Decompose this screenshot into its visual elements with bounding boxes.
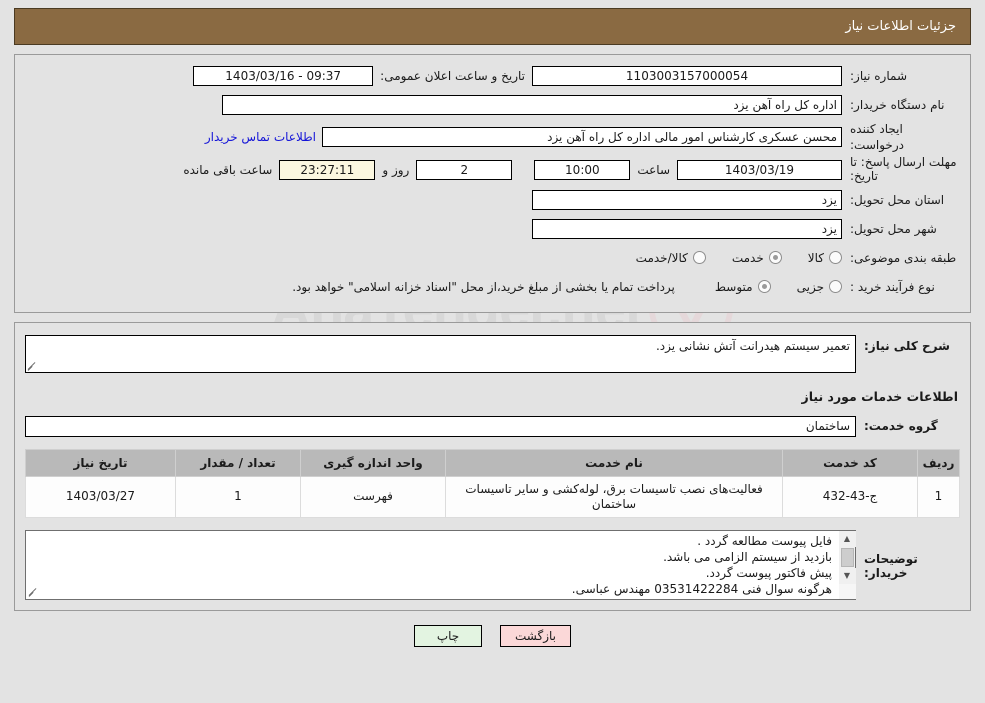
cell-date: 1403/03/27 <box>25 475 176 518</box>
radio-icon-service[interactable] <box>768 251 782 265</box>
deadline-date-value: 1403/03/19 <box>677 160 842 181</box>
scrollbar-track[interactable] <box>838 583 856 599</box>
service-group-label: گروه خدمت: <box>864 419 938 434</box>
print-button[interactable]: چاپ <box>414 624 482 647</box>
category-option-service[interactable]: خدمت <box>732 251 782 265</box>
buyer-org-value: اداره کل راه آهن یزد <box>222 95 842 115</box>
table-header-qty: تعداد / مقدار <box>175 448 301 477</box>
cell-name: فعالیت‌های نصب تاسیسات برق، لوله‌کشی و س… <box>445 475 783 518</box>
note-line: هرگونه سوال فنی 03531422284 مهندس عباسی. <box>571 581 832 596</box>
need-details-panel: شرح کلی نیاز: تعمیر سیستم هیدرانت آتش نش… <box>14 321 971 611</box>
process-radio-group: جزیی متوسط <box>689 280 842 294</box>
row-service-group: گروه خدمت: ساختمان <box>25 415 960 437</box>
row-description: شرح کلی نیاز: تعمیر سیستم هیدرانت آتش نش… <box>25 334 960 373</box>
hour-label: ساعت <box>637 163 670 178</box>
scrollbar-thumb[interactable] <box>840 547 854 567</box>
description-label: شرح کلی نیاز: <box>864 338 950 353</box>
note-line: پیش فاکتور پیوست گردد. <box>705 565 832 580</box>
row-buyer-notes: توضیحات خریدار: فایل پیوست مطالعه گردد .… <box>25 529 960 600</box>
note-line: فایل پیوست مطالعه گردد . <box>697 533 832 548</box>
footer-actions: بازگشت چاپ <box>0 624 985 647</box>
table-header-name: نام خدمت <box>445 448 783 477</box>
process-option-minor[interactable]: جزیی <box>797 280 842 294</box>
need-info-panel: شماره نیاز: 1103003157000054 تاریخ و ساع… <box>14 54 971 313</box>
radio-icon-goods-service[interactable] <box>692 251 706 265</box>
buyer-org-label: نام دستگاه خریدار: <box>850 97 945 112</box>
scroll-up-icon[interactable]: ▲ <box>838 530 856 547</box>
city-value: یزد <box>532 218 842 239</box>
need-number-value: 1103003157000054 <box>532 66 842 86</box>
resize-handle-icon[interactable] <box>28 361 38 371</box>
category-label: طبقه بندی موضوعی: <box>850 250 957 265</box>
process-option-medium[interactable]: متوسط <box>715 280 771 294</box>
cell-index: 1 <box>917 475 960 518</box>
category-option-goods[interactable]: کالا <box>808 251 842 265</box>
buyer-contact-link[interactable]: اطلاعات تماس خریدار <box>199 130 322 144</box>
page-header: جزئیات اطلاعات نیاز <box>14 8 971 45</box>
cell-qty: 1 <box>175 475 301 518</box>
cell-unit: فهرست <box>300 475 446 518</box>
services-table: ردیف کد خدمت نام خدمت واحد اندازه گیری ت… <box>25 448 960 518</box>
countdown-value: 23:27:11 <box>279 160 376 181</box>
table-header-row: ردیف کد خدمت نام خدمت واحد اندازه گیری ت… <box>25 448 960 477</box>
page-title: جزئیات اطلاعات نیاز <box>845 19 956 34</box>
announce-label: تاریخ و ساعت اعلان عمومی: <box>380 69 525 83</box>
note-line: بازدید از سیستم الزامی می باشد. <box>663 549 832 564</box>
row-city: شهر محل تحویل: یزد <box>25 216 960 242</box>
description-value: تعمیر سیستم هیدرانت آتش نشانی یزد. <box>655 338 850 353</box>
table-header-index: ردیف <box>917 448 960 477</box>
buyer-notes-label: توضیحات خریدار: <box>864 551 918 580</box>
announce-value: 09:37 - 1403/03/16 <box>193 66 374 86</box>
scroll-down-icon[interactable]: ▼ <box>838 567 856 584</box>
row-category: طبقه بندی موضوعی: کالا خدمت کالا/خدمت <box>25 245 960 271</box>
buyer-notes-box[interactable]: فایل پیوست مطالعه گردد . بازدید از سیستم… <box>25 529 856 600</box>
radio-icon-goods[interactable] <box>829 251 842 265</box>
services-section-title: اطلاعات خدمات مورد نیاز <box>801 388 959 404</box>
cell-code: ج-43-432 <box>782 475 918 518</box>
days-label: روز و <box>382 163 410 178</box>
deadline-time-value: 10:00 <box>534 160 631 181</box>
service-group-value: ساختمان <box>25 415 856 437</box>
province-label: استان محل تحویل: <box>850 192 945 207</box>
radio-icon-medium[interactable] <box>757 280 771 294</box>
row-process: نوع فرآیند خرید : جزیی متوسط پرداخت تمام… <box>25 274 960 300</box>
table-header-unit: واحد اندازه گیری <box>300 448 446 477</box>
creator-value: محسن عسکری کارشناس امور مالی اداره کل را… <box>322 127 842 148</box>
city-label: شهر محل تحویل: <box>850 221 937 236</box>
row-deadline: مهلت ارسال پاسخ: تا تاریخ: 1403/03/19 سا… <box>25 156 960 184</box>
notes-resize-handle-icon[interactable] <box>29 587 39 597</box>
category-option-goods-label: کالا <box>807 250 824 265</box>
process-label: نوع فرآیند خرید : <box>850 279 935 294</box>
category-option-goods-service[interactable]: کالا/خدمت <box>636 251 706 265</box>
row-creator: ایجاد کننده درخواست: محسن عسکری کارشناس … <box>25 121 960 153</box>
back-button[interactable]: بازگشت <box>500 624 571 647</box>
header-wrapper: جزئیات اطلاعات نیاز <box>0 0 985 45</box>
row-need-number: شماره نیاز: 1103003157000054 تاریخ و ساع… <box>25 63 960 89</box>
table-header-date: تاریخ نیاز <box>25 448 176 477</box>
row-province: استان محل تحویل: یزد <box>25 187 960 213</box>
process-option-medium-label: متوسط <box>714 279 753 294</box>
category-radio-group: کالا خدمت کالا/خدمت <box>610 251 842 265</box>
table-header-code: کد خدمت <box>782 448 918 477</box>
remaining-days-value: 2 <box>416 160 513 181</box>
province-value: یزد <box>532 189 842 210</box>
radio-icon-minor[interactable] <box>829 280 842 294</box>
process-option-minor-label: جزیی <box>796 279 824 294</box>
row-buyer-org: نام دستگاه خریدار: اداره کل راه آهن یزد <box>25 92 960 118</box>
notes-scrollbar[interactable]: ▲ ▼ <box>838 530 856 599</box>
table-row: 1 ج-43-432 فعالیت‌های نصب تاسیسات برق، ل… <box>25 475 960 518</box>
buyer-notes-text: فایل پیوست مطالعه گردد . بازدید از سیستم… <box>26 531 838 599</box>
category-option-goods-service-label: کالا/خدمت <box>635 250 688 265</box>
need-number-label: شماره نیاز: <box>850 68 907 83</box>
category-option-service-label: خدمت <box>731 250 764 265</box>
description-textarea[interactable]: تعمیر سیستم هیدرانت آتش نشانی یزد. <box>25 334 856 373</box>
creator-label: ایجاد کننده درخواست: <box>850 122 904 153</box>
payment-note: پرداخت تمام یا بخشی از مبلغ خرید،از محل … <box>292 279 675 294</box>
remaining-hours-label: ساعت باقی مانده <box>183 163 273 178</box>
deadline-label: مهلت ارسال پاسخ: تا تاریخ: <box>850 155 957 184</box>
